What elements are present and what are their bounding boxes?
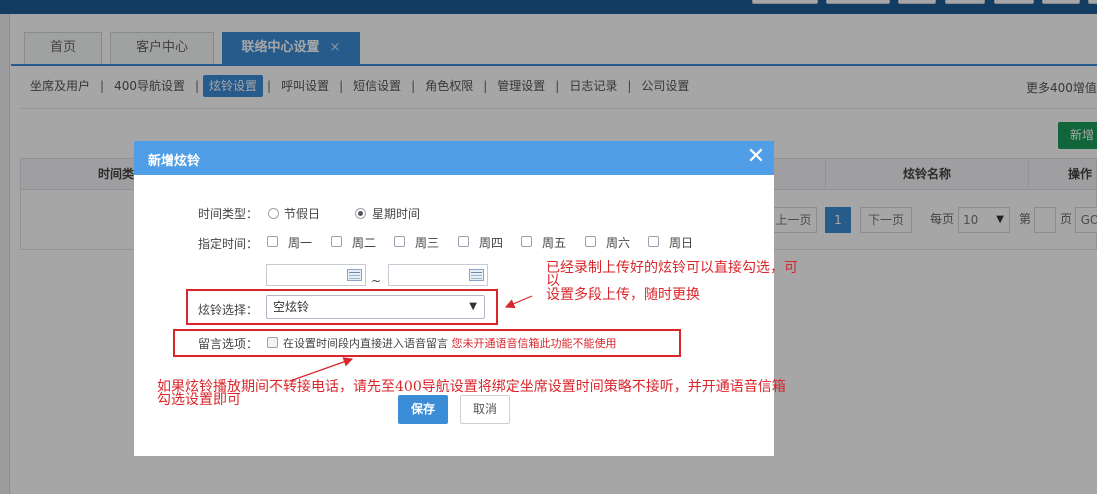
- annotation-box-voicemail: [173, 329, 681, 357]
- weekday-checkbox[interactable]: [394, 236, 405, 247]
- cancel-button[interactable]: 取消: [460, 395, 510, 424]
- annotation-ring-note-line1: 已经录制上传好的炫铃可以直接勾选，可: [546, 260, 798, 276]
- radio-weekday-time-label: 星期时间: [372, 207, 421, 221]
- weekday-checkbox-label: 周五: [542, 236, 567, 250]
- weekday-checkbox[interactable]: [267, 236, 278, 247]
- end-date-input[interactable]: [388, 264, 488, 286]
- weekday-checkbox[interactable]: [521, 236, 532, 247]
- calendar-icon[interactable]: [347, 269, 362, 281]
- weekday-checkbox-label: 周四: [479, 236, 504, 250]
- annotation-box-ring-select: [186, 289, 498, 325]
- weekday-checkbox[interactable]: [648, 236, 659, 247]
- weekday-checkbox-label: 周六: [606, 236, 631, 250]
- weekday-checkbox-label: 周日: [669, 236, 694, 250]
- dialog-title: 新增炫铃: [148, 154, 201, 169]
- start-date-input[interactable]: [266, 264, 366, 286]
- weekday-checkbox[interactable]: [585, 236, 596, 247]
- calendar-icon[interactable]: [469, 269, 484, 281]
- weekday-checkbox-label: 周二: [352, 236, 377, 250]
- radio-holiday-label: 节假日: [284, 207, 321, 221]
- annotation-voicemail-note-line2: 勾选设置即可: [157, 392, 241, 408]
- dialog-header: 新增炫铃 ✕: [134, 141, 774, 175]
- specify-time-label: 指定时间：: [198, 237, 259, 251]
- weekday-checkbox[interactable]: [458, 236, 469, 247]
- weekday-checkbox-label: 周一: [288, 236, 313, 250]
- radio-weekday-time[interactable]: [355, 208, 366, 219]
- save-button[interactable]: 保存: [398, 395, 448, 424]
- annotation-ring-note-line2: 设置多段上传，随时更换: [546, 287, 700, 303]
- radio-holiday[interactable]: [268, 208, 279, 219]
- weekday-checkbox-label: 周三: [415, 236, 440, 250]
- date-range-separator: ~: [371, 274, 382, 288]
- weekday-checkbox[interactable]: [331, 236, 342, 247]
- close-icon[interactable]: ✕: [745, 145, 767, 169]
- time-type-label: 时间类型：: [198, 207, 259, 221]
- annotation-voicemail-note-line1: 如果炫铃播放期间不转接电话，请先至400导航设置将绑定坐席设置时间策略不接听，并…: [157, 379, 786, 395]
